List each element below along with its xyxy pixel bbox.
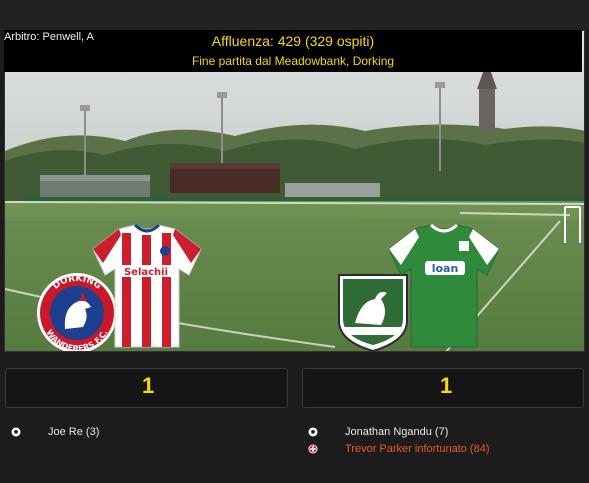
away-kit-sponsor: loan — [432, 262, 459, 275]
stadium-photo: DORKING WANDERERS F.C. Selachii loan — [4, 30, 585, 352]
home-kit-shirt: Selachii — [92, 223, 202, 348]
ball-icon — [308, 427, 318, 437]
away-score: 1 — [440, 373, 453, 398]
venue-label: Fine partita dal Meadowbank, Dorking — [191, 54, 395, 68]
home-goal-event: Joe Re (3) — [48, 426, 100, 438]
away-injury-event: Trevor Parker infortunato (84) — [345, 443, 490, 455]
home-score: 1 — [142, 373, 155, 398]
attendance-label: Affluenza: 429 (329 ospiti) — [211, 33, 375, 49]
top-strip — [0, 0, 589, 30]
injury-icon — [308, 444, 318, 454]
ball-icon — [11, 427, 21, 437]
match-summary-panel: DORKING WANDERERS F.C. Selachii loan Arb… — [0, 0, 589, 483]
away-goal-event: Jonathan Ngandu (7) — [345, 426, 449, 438]
away-kit-shirt: loan — [388, 223, 500, 348]
home-kit-sponsor: Selachii — [124, 267, 168, 278]
